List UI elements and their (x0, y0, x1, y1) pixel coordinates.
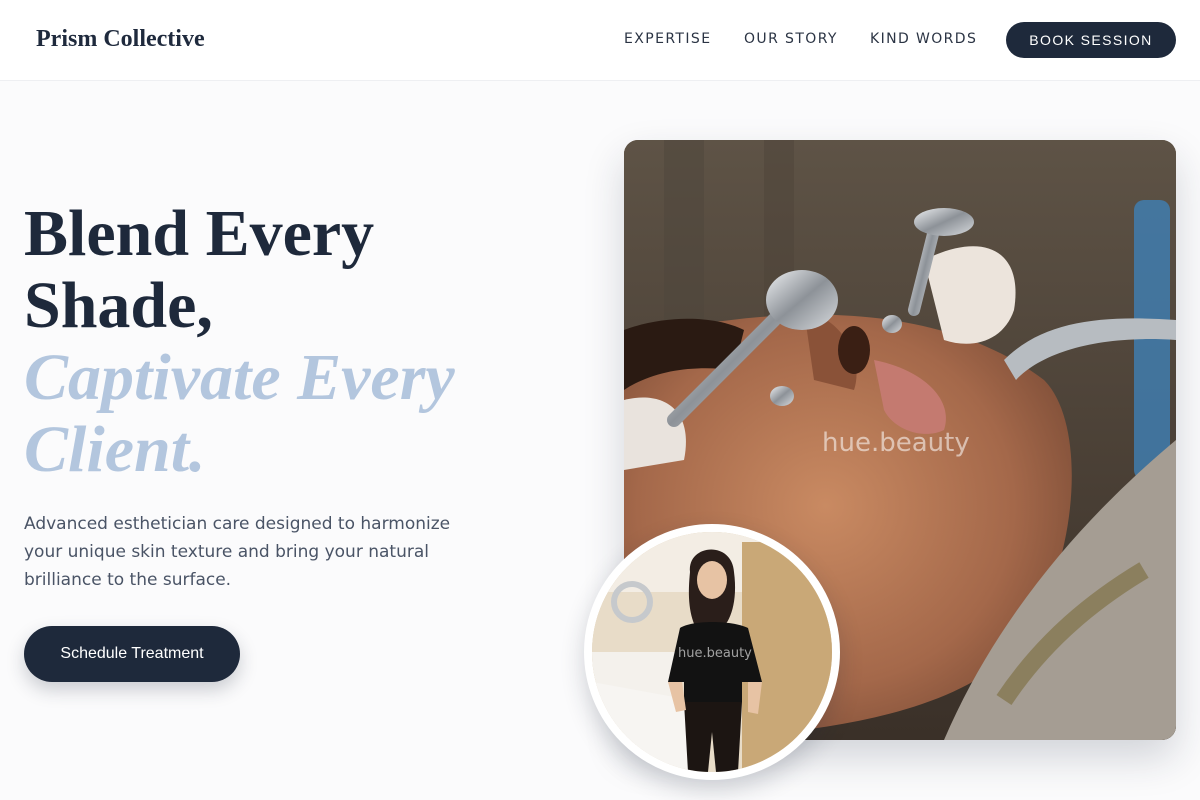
portrait-watermark: hue.beauty (678, 646, 752, 661)
nav-link-our-story[interactable]: OUR STORY (744, 31, 838, 47)
nav-link-expertise[interactable]: EXPERTISE (624, 31, 711, 47)
headline-accent-1: Captivate Every (24, 341, 455, 414)
main-photo-watermark: hue.beauty (822, 428, 970, 458)
hero-description: Advanced esthetician care designed to ha… (24, 514, 451, 590)
hero-headline: Blend Every Shade, Captivate Every Clien… (24, 198, 564, 486)
book-session-button[interactable]: BOOK SESSION (1006, 22, 1176, 58)
nav-link-kind-words[interactable]: KIND WORDS (870, 31, 977, 47)
headline-accent-2: Client. (24, 413, 206, 486)
headline-line-2: Shade, (24, 269, 213, 342)
site-header: Prism Collective EXPERTISE OUR STORY KIN… (0, 0, 1200, 81)
schedule-treatment-button[interactable]: Schedule Treatment (24, 626, 240, 682)
headline-line-1: Blend Every (24, 197, 375, 270)
